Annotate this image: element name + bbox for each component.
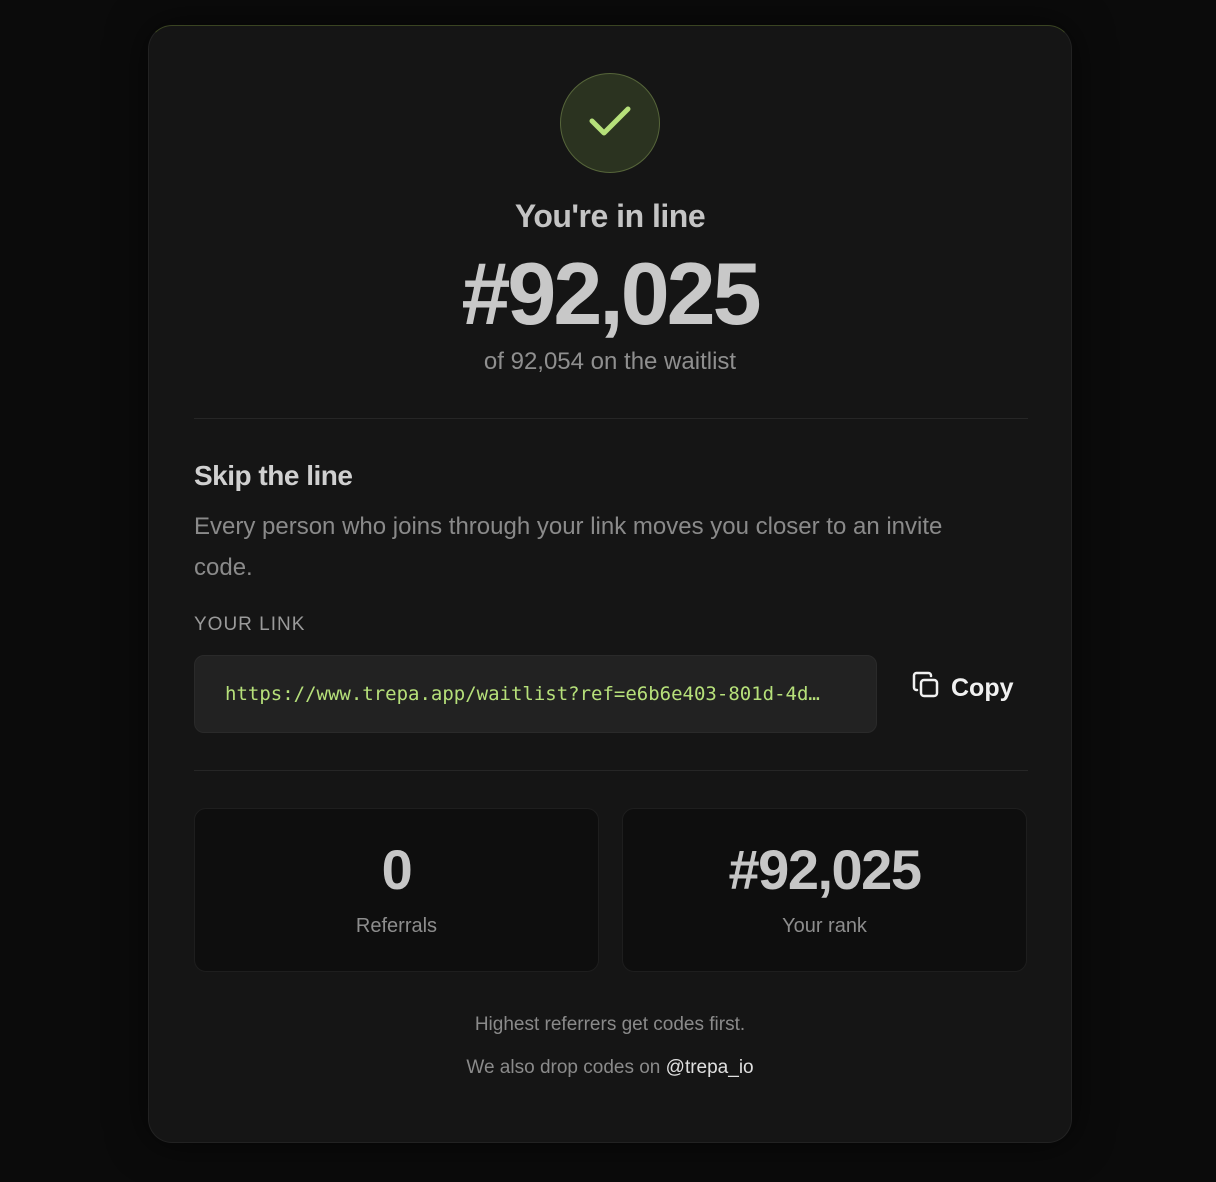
section-description: Every person who joins through your link… [194,513,943,581]
copy-icon [911,670,941,707]
status-title: You're in line [514,198,706,234]
referral-link-field[interactable]: https://www.trepa.app/waitlist?ref=e6b6e… [194,655,877,733]
rank-stat: #92,025 Your rank [622,808,1027,972]
divider [194,418,1028,419]
twitter-handle-link[interactable]: @trepa_io [666,1057,754,1078]
footer-social-prefix: We also drop codes on [466,1057,661,1078]
referral-link-text[interactable]: https://www.trepa.app/waitlist?ref=e6b6e… [225,683,846,705]
referrals-count: 0 [381,838,413,901]
link-label: YOUR LINK [194,614,306,635]
rank-value: #92,025 [728,838,922,901]
section-title: Skip the line [194,460,353,491]
check-icon [588,104,632,143]
copy-label: Copy [951,673,1014,702]
divider [194,770,1028,771]
footer-social: We also drop codes on @trepa_io [149,1057,1071,1079]
success-badge [560,73,660,173]
referrals-stat: 0 Referrals [194,808,599,972]
rank-label: Your rank [782,915,867,937]
waitlist-card: You're in line #92,025 of 92,054 on the … [148,25,1072,1143]
waitlist-position: #92,025 [461,244,761,343]
footer-note: Highest referrers get codes first. [474,1014,746,1035]
copy-button[interactable]: Copy [901,668,1024,708]
waitlist-total: of 92,054 on the waitlist [483,348,737,375]
referrals-label: Referrals [355,915,438,937]
